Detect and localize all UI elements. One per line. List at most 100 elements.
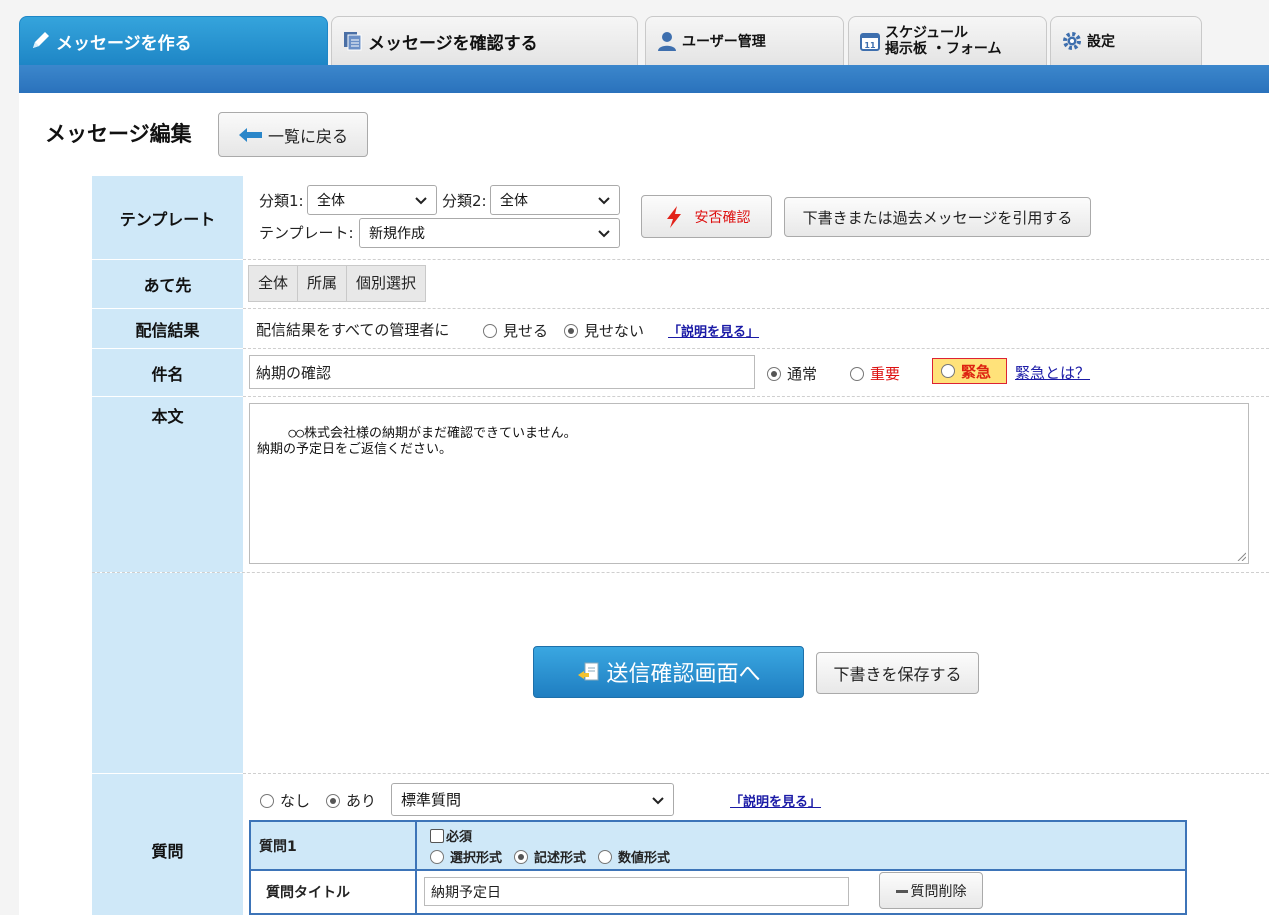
category1-value: 全体 — [317, 193, 345, 209]
urgent-help-link[interactable]: 緊急とは？ — [1015, 362, 1090, 383]
format-number-label: 数値形式 — [618, 851, 671, 866]
back-label: 一覧に戻る — [267, 126, 348, 146]
row-label-actions — [92, 573, 243, 773]
save-draft-label: 下書きを保存する — [833, 665, 962, 684]
row-divider — [243, 773, 1269, 774]
question-row: 質問1 必須 選択形式 記述形式 数値形式 — [251, 822, 1185, 871]
radio-circle — [850, 366, 864, 381]
safety-check-label: 安否確認 — [694, 209, 751, 226]
question-title-row: 質問タイトル 納期予定日 質問削除 — [251, 871, 1185, 913]
tab-check-messages[interactable]: メッセージを確認する — [331, 16, 638, 65]
category2-label: 分類2: — [442, 192, 487, 210]
recipient-option-group[interactable]: 所属 — [297, 265, 348, 302]
question-options-cell: 必須 選択形式 記述形式 数値形式 — [417, 822, 1185, 869]
chevron-down-icon — [415, 197, 427, 205]
format-text-label: 記述形式 — [534, 851, 587, 866]
send-confirm-button[interactable]: 送信確認画面へ — [533, 646, 804, 698]
format-choice-radio[interactable]: 選択形式 — [430, 847, 502, 866]
question-title-label: 質問タイトル — [251, 871, 417, 913]
documents-icon — [342, 30, 364, 52]
priority-important-radio[interactable]: 重要 — [850, 363, 900, 384]
row-label-question: 質問 — [92, 774, 243, 915]
checkbox-box — [430, 829, 444, 843]
question-none-radio[interactable]: なし — [260, 790, 310, 811]
format-choice-label: 選択形式 — [450, 851, 503, 866]
format-text-radio[interactable]: 記述形式 — [514, 847, 586, 866]
template-value: 新規作成 — [369, 226, 425, 242]
tab-user-management[interactable]: ユーザー管理 — [645, 16, 844, 65]
body-textarea[interactable]: ○○株式会社様の納期がまだ確認できていません。 納期の予定日をご返信ください。 — [249, 403, 1249, 564]
question-none-label: なし — [280, 792, 311, 810]
category2-select[interactable]: 全体 — [490, 185, 620, 215]
chevron-down-icon — [598, 230, 610, 238]
category1-label: 分類1: — [259, 192, 304, 210]
main-tabs: メッセージを作る メッセージを確認する ユーザー管理 11 スケジュール 掲示板… — [19, 16, 1269, 65]
question-title-cell: 納期予定日 質問削除 — [417, 871, 1185, 913]
row-label-template: テンプレート — [92, 176, 243, 259]
delivery-hide-radio[interactable]: 見せない — [564, 320, 644, 341]
back-to-list-button[interactable]: 一覧に戻る — [218, 112, 368, 157]
gear-icon — [1061, 30, 1083, 52]
delivery-help-link[interactable]: 「説明を見る」 — [668, 321, 759, 340]
template-select[interactable]: 新規作成 — [359, 218, 620, 248]
tab-create-message[interactable]: メッセージを作る — [19, 16, 328, 65]
question-title-input[interactable]: 納期予定日 — [424, 877, 849, 906]
tab-label: ユーザー管理 — [682, 34, 766, 50]
tab-schedule-board[interactable]: 11 スケジュール 掲示板 ・フォーム — [848, 16, 1047, 65]
radio-circle — [767, 366, 781, 381]
user-icon — [656, 30, 678, 52]
safety-check-button[interactable]: 安否確認 — [641, 195, 772, 238]
question-delete-button[interactable]: 質問削除 — [879, 872, 983, 909]
row-divider — [92, 572, 1269, 573]
quote-draft-label: 下書きまたは過去メッセージを引用する — [802, 208, 1073, 227]
radio-circle — [564, 323, 578, 338]
priority-normal-radio[interactable]: 通常 — [767, 363, 817, 384]
quote-draft-button[interactable]: 下書きまたは過去メッセージを引用する — [784, 197, 1091, 237]
recipient-selector: 全体 所属 個別選択 — [248, 265, 427, 302]
save-draft-button[interactable]: 下書きを保存する — [816, 652, 979, 694]
category1-select[interactable]: 全体 — [307, 185, 437, 215]
radio-circle — [941, 364, 955, 378]
question-type-select[interactable]: 標準質問 — [391, 783, 674, 816]
recipient-option-individual[interactable]: 個別選択 — [346, 265, 427, 302]
radio-circle — [326, 793, 340, 808]
row-divider — [243, 396, 1269, 397]
tab-settings[interactable]: 設定 — [1050, 16, 1202, 65]
tab-underline-bar — [19, 65, 1269, 93]
category2-value: 全体 — [500, 193, 528, 209]
required-label: 必須 — [446, 830, 473, 845]
question-help-link[interactable]: 「説明を見る」 — [730, 791, 821, 810]
priority-normal-label: 通常 — [787, 365, 818, 383]
format-number-radio[interactable]: 数値形式 — [598, 847, 670, 866]
chevron-down-icon — [598, 197, 610, 205]
tab-label: 設定 — [1087, 34, 1115, 50]
send-document-icon — [576, 660, 602, 684]
radio-circle — [598, 849, 613, 864]
priority-urgent-radio[interactable]: 緊急 — [932, 358, 1007, 384]
svg-text:11: 11 — [864, 41, 876, 50]
delivery-show-label: 見せる — [503, 322, 549, 340]
tab-label: メッセージを確認する — [368, 33, 538, 54]
tab-label-line1: スケジュール — [885, 25, 969, 41]
question-yes-label: あり — [346, 792, 377, 810]
row-label-recipients: あて先 — [92, 260, 243, 308]
row-label-body: 本文 — [92, 397, 243, 572]
tab-label: メッセージを作る — [56, 34, 192, 54]
row-label-delivery: 配信結果 — [92, 309, 243, 348]
recipient-option-all[interactable]: 全体 — [248, 265, 299, 302]
subject-input[interactable]: 納期の確認 — [249, 355, 755, 389]
main-content: メッセージ編集 一覧に戻る テンプレート あて先 配信結果 件名 本文 質問 分… — [19, 93, 1269, 915]
delivery-hide-label: 見せない — [584, 322, 645, 340]
resize-grip-icon[interactable] — [1236, 551, 1246, 561]
priority-urgent-label: 緊急 — [961, 362, 992, 381]
body-text: ○○株式会社様の納期がまだ確認できていません。 納期の予定日をご返信ください。 — [257, 426, 577, 457]
page-title: メッセージ編集 — [45, 122, 192, 146]
question-yes-radio[interactable]: あり — [326, 790, 376, 811]
calendar-icon: 11 — [859, 30, 881, 52]
row-label-subject: 件名 — [92, 349, 243, 396]
question-number-label: 質問1 — [251, 822, 417, 869]
question-delete-label: 質問削除 — [910, 883, 967, 900]
radio-circle — [514, 849, 529, 864]
required-checkbox[interactable]: 必須 — [430, 826, 472, 845]
delivery-show-radio[interactable]: 見せる — [483, 320, 548, 341]
